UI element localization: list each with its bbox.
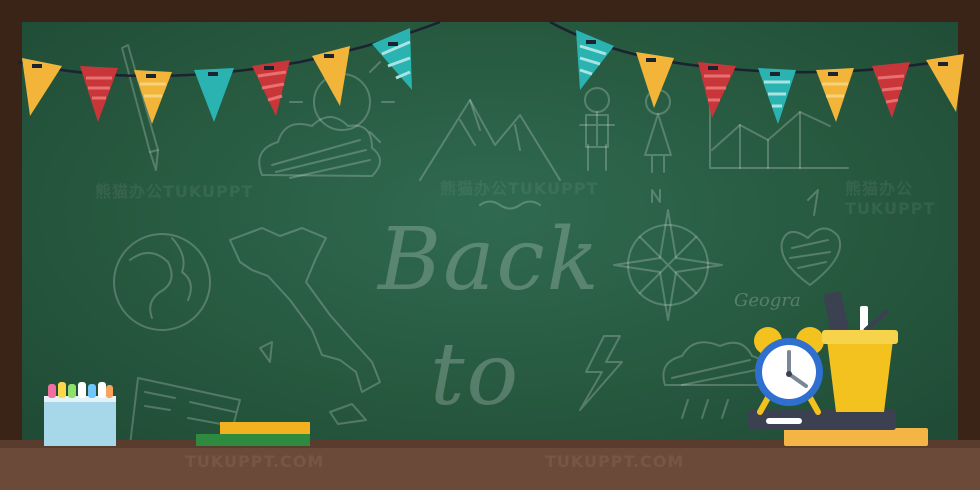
pen-holder-icon (822, 291, 898, 412)
desk-book-icon (748, 410, 928, 446)
chalk-box-icon (44, 382, 116, 446)
books-stack-icon (196, 422, 310, 446)
desk-objects (44, 291, 928, 446)
alarm-clock-icon (754, 327, 824, 415)
